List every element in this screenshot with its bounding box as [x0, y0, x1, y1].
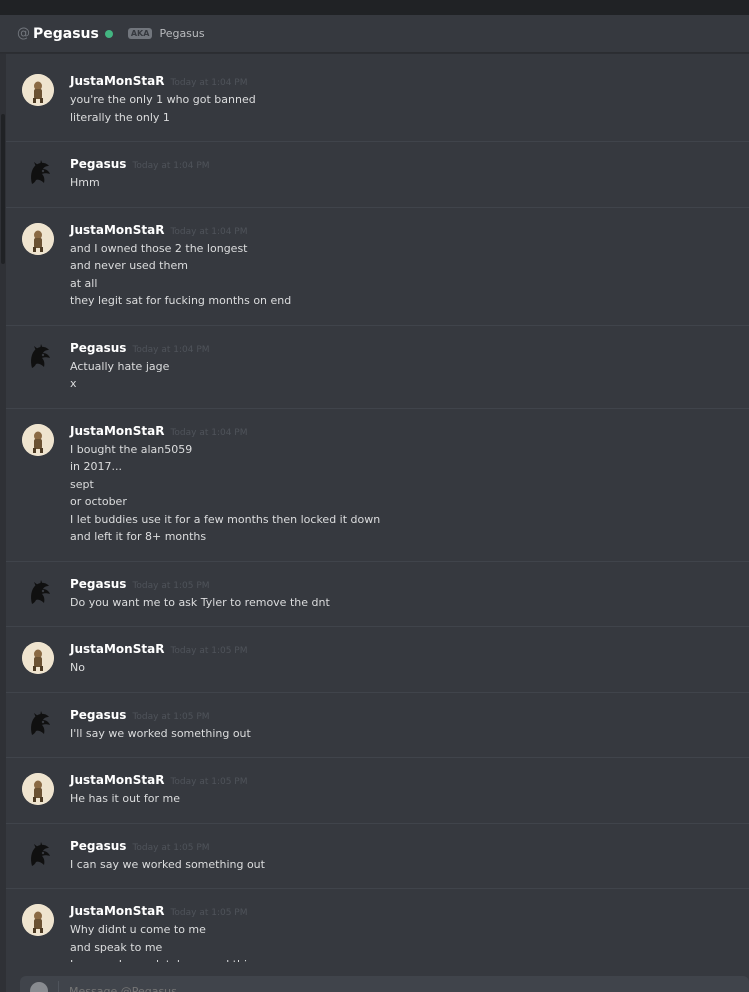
- message-timestamp: Today at 1:04 PM: [132, 344, 210, 355]
- message-timestamp: Today at 1:05 PM: [132, 711, 210, 722]
- message-header: JustaMonStaR Today at 1:05 PM: [70, 773, 749, 790]
- message-group[interactable]: JustaMonStaR Today at 1:05 PM Why didnt u …: [6, 888, 749, 962]
- message-text: Why didnt u come to me: [70, 923, 206, 936]
- message-text: literally the only 1: [70, 110, 170, 124]
- pegasus-avatar[interactable]: [22, 577, 54, 609]
- scrollbar-thumb[interactable]: [1, 114, 5, 264]
- message-header: Pegasus Today at 1:05 PM: [70, 577, 749, 594]
- author-name[interactable]: Pegasus: [70, 341, 126, 355]
- message-text: at all: [70, 276, 98, 290]
- message-text: x: [70, 377, 77, 390]
- message-text: and left it for 8+ months: [70, 530, 207, 543]
- author-name[interactable]: Pegasus: [70, 708, 126, 722]
- message-input[interactable]: [69, 984, 749, 992]
- message-timestamp: Today at 1:05 PM: [170, 908, 248, 918]
- message-header: JustaMonStaR Today at 1:04 PM: [70, 424, 749, 441]
- justamonstar-avatar[interactable]: [22, 423, 54, 456]
- message-header: Pegasus Today at 1:05 PM: [70, 708, 749, 725]
- justamonstar-avatar[interactable]: [22, 74, 54, 106]
- aka-name: Pegasus: [159, 27, 205, 40]
- message-timestamp: Today at 1:05 PM: [170, 646, 248, 656]
- message-text: I bought the alan5059: [70, 442, 193, 456]
- justamonstar-avatar[interactable]: [22, 642, 54, 674]
- message-group[interactable]: JustaMonStaR Today at 1:04 PM and I owned …: [6, 206, 749, 325]
- justamonstar-avatar[interactable]: [22, 222, 54, 255]
- message-timestamp: Today at 1:04 PM: [170, 427, 248, 438]
- pegasus-avatar[interactable]: [22, 839, 54, 871]
- channel-title[interactable]: Pegasus: [33, 26, 99, 42]
- pegasus-avatar[interactable]: [22, 157, 54, 189]
- message-list: JustaMonStaR Today at 1:04 PM you're the o…: [6, 54, 749, 962]
- message-group[interactable]: JustaMonStaR Today at 1:04 PM I bought the…: [6, 407, 749, 561]
- message-header: JustaMonStaR Today at 1:05 PM: [70, 904, 749, 921]
- message-text: He has it out for me: [70, 792, 180, 805]
- message-timestamp: Today at 1:05 PM: [170, 777, 248, 787]
- message-header: Pegasus Today at 1:05 PM: [70, 839, 749, 856]
- message-group[interactable]: Pegasus Today at 1:05 PM I'll say we worke…: [6, 691, 749, 758]
- author-name[interactable]: Pegasus: [70, 839, 126, 853]
- message-text: and speak to me: [70, 940, 163, 954]
- message-group[interactable]: JustaMonStaR Today at 1:05 PM No: [6, 626, 749, 692]
- message-text: Do you want me to ask Tyler to remove th…: [70, 595, 330, 609]
- pegasus-avatar[interactable]: [22, 341, 54, 373]
- online-status-icon: [104, 29, 113, 38]
- at-icon: @: [17, 26, 30, 41]
- message-text: Im sorry I completely spaced this: [70, 956, 749, 962]
- message-group[interactable]: Pegasus Today at 1:04 PM Actually hate jag…: [6, 324, 749, 408]
- message-timestamp: Today at 1:05 PM: [132, 580, 210, 591]
- message-text: Hmm: [70, 176, 100, 189]
- message-timestamp: Today at 1:04 PM: [170, 226, 248, 237]
- justamonstar-avatar[interactable]: [22, 904, 54, 936]
- author-name[interactable]: JustaMonStaR: [70, 773, 164, 787]
- message-composer[interactable]: [20, 976, 749, 992]
- message-text: and I owned those 2 the longest: [70, 241, 248, 255]
- justamonstar-avatar[interactable]: [22, 773, 54, 805]
- message-group[interactable]: JustaMonStaR Today at 1:04 PM you're the o…: [6, 54, 749, 141]
- message-group[interactable]: Pegasus Today at 1:05 PM I can say we work…: [6, 822, 749, 889]
- message-group[interactable]: Pegasus Today at 1:05 PM Do you want me to…: [6, 560, 749, 627]
- message-group[interactable]: Pegasus Today at 1:04 PM Hmm: [6, 141, 749, 207]
- message-text: I let buddies use it for a few months th…: [70, 512, 381, 526]
- author-name[interactable]: JustaMonStaR: [70, 642, 164, 656]
- composer-divider: [58, 981, 59, 992]
- message-timestamp: Today at 1:05 PM: [132, 842, 210, 853]
- author-name[interactable]: JustaMonStaR: [70, 904, 164, 918]
- message-header: JustaMonStaR Today at 1:04 PM: [70, 74, 749, 91]
- message-text: you're the only 1 who got banned: [70, 93, 256, 106]
- message-header: JustaMonStaR Today at 1:04 PM: [70, 223, 749, 240]
- message-text: sept: [70, 477, 94, 491]
- message-text: in 2017...: [70, 460, 123, 473]
- message-timestamp: Today at 1:04 PM: [132, 161, 210, 171]
- message-text: I'll say we worked something out: [70, 726, 251, 740]
- message-group[interactable]: JustaMonStaR Today at 1:05 PM He has it ou…: [6, 757, 749, 823]
- pegasus-avatar[interactable]: [22, 708, 54, 740]
- message-timestamp: Today at 1:04 PM: [170, 78, 248, 88]
- window-titlebar: [0, 0, 749, 15]
- author-name[interactable]: JustaMonStaR: [70, 424, 164, 438]
- message-text: and never used them: [70, 259, 188, 272]
- author-name[interactable]: JustaMonStaR: [70, 74, 164, 88]
- author-name[interactable]: JustaMonStaR: [70, 223, 164, 237]
- channel-header: @ Pegasus AKA Pegasus: [0, 15, 749, 53]
- message-text: I can say we worked something out: [70, 857, 265, 871]
- message-text: Actually hate jage: [70, 359, 170, 373]
- author-name[interactable]: Pegasus: [70, 157, 126, 171]
- message-text: or october: [70, 495, 127, 508]
- message-header: JustaMonStaR Today at 1:05 PM: [70, 642, 749, 659]
- author-name[interactable]: Pegasus: [70, 577, 126, 591]
- message-header: Pegasus Today at 1:04 PM: [70, 157, 749, 174]
- upload-plus-icon[interactable]: [30, 982, 48, 992]
- message-text: No: [70, 661, 85, 674]
- aka-badge: AKA: [127, 28, 153, 39]
- message-text: they legit sat for fucking months on end: [70, 294, 292, 307]
- message-header: Pegasus Today at 1:04 PM: [70, 341, 749, 358]
